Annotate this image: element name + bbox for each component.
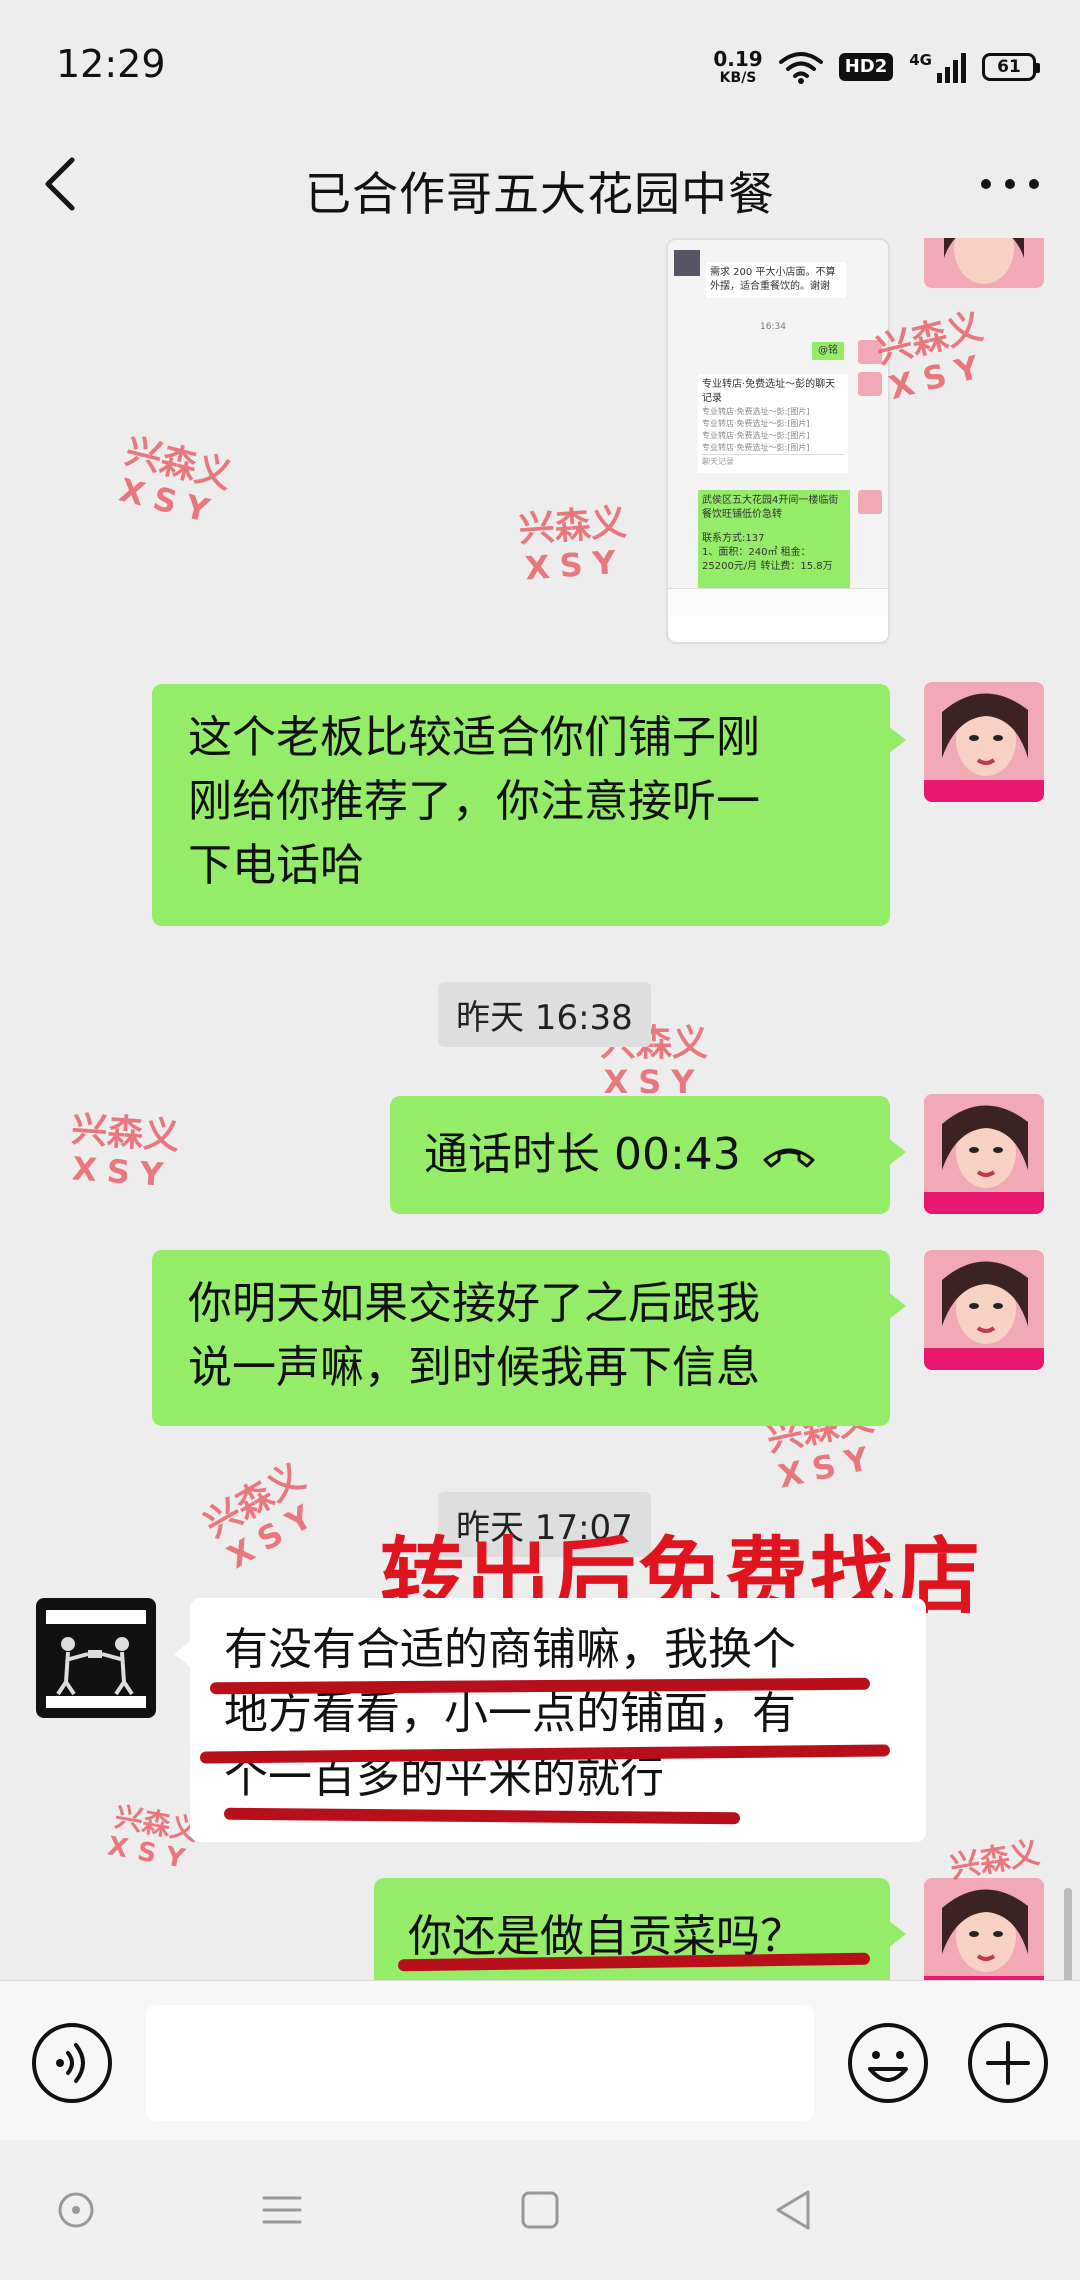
chat-area[interactable]: 需求 200 平大小店面。不算外摆，适合重餐饮的。谢谢 16:34 @铭 专业转… — [0, 238, 1080, 1980]
message-bubble-sent[interactable]: 你明天如果交接好了之后跟我 说一声嘛，到时候我再下信息 — [152, 1250, 906, 1426]
home-square-icon — [521, 2191, 559, 2229]
user-avatar-photo — [924, 682, 1044, 802]
user-avatar-photo — [924, 238, 1044, 288]
avatar[interactable] — [924, 1094, 1044, 1214]
status-time: 12:29 — [56, 42, 166, 86]
screenshot-line: 专业转店·免费选址～彭的聊天记录 — [702, 379, 836, 404]
message-text-input[interactable] — [146, 2005, 814, 2121]
watermark: 兴森义 XSY — [872, 306, 993, 408]
avatar[interactable] — [924, 1878, 1044, 1980]
message-input-bar — [0, 1980, 1080, 2140]
screenshot-line: 聊天记录 — [702, 454, 844, 469]
screenshot-line: 联系方式:137 — [702, 533, 765, 544]
status-indicators: 0.19 KB/S HD2 4G 61 — [713, 44, 1040, 90]
timestamp: 昨天 16:38 — [438, 982, 651, 1047]
chat-header: 已合作哥五大花园中餐 — [0, 130, 1080, 238]
watermark: 兴森义 XSY — [105, 1800, 201, 1877]
watermark: 兴森义 XSY — [115, 431, 236, 533]
nav-assistant-button[interactable] — [46, 2180, 106, 2240]
user-avatar-photo — [924, 1250, 1044, 1370]
screenshot-line: 武侯区五大花园4开间一楼临街餐饮旺铺低价急转 — [702, 495, 839, 520]
user-avatar-photo — [924, 1878, 1044, 1980]
voice-input-button[interactable] — [30, 2021, 114, 2105]
screenshot-line: 专业转店·免费选址～彭:[图片] — [702, 407, 810, 416]
system-nav-bar — [0, 2140, 1080, 2280]
cell-signal-icon: 4G — [909, 51, 966, 83]
network-speed: 0.19 KB/S — [713, 47, 763, 86]
menu-icon — [262, 2196, 302, 2224]
message-bubble-received[interactable]: 有没有合适的商铺嘛，我换个 地方看看，小一点的铺面，有 个一百多的平米的就行 — [174, 1598, 926, 1842]
avatar[interactable] — [924, 682, 1044, 802]
message-line: 下电话哈 — [188, 840, 364, 891]
watermark: 兴森义 XSY — [69, 1109, 181, 1195]
screenshot-line: 专业转店·免费选址～彭:[图片] — [702, 419, 810, 428]
nav-menu-button[interactable] — [252, 2180, 312, 2240]
contact-avatar-image — [36, 1598, 156, 1718]
user-avatar-photo — [924, 1094, 1044, 1214]
phone-hangup-icon — [763, 1148, 815, 1168]
scroll-indicator[interactable] — [1064, 1888, 1072, 1980]
nav-back-button[interactable] — [764, 2180, 824, 2240]
message-line: 这个老板比较适合你们铺子刚 — [188, 712, 760, 763]
message-line: 你明天如果交接好了之后跟我 — [188, 1278, 760, 1329]
screenshot-line: 专业转店·免费选址～彭:[图片] — [702, 443, 810, 452]
avatar[interactable] — [924, 238, 1044, 288]
contact-avatar[interactable] — [36, 1598, 156, 1718]
screenshot-line: 需求 200 平大小店面。不算外摆，适合重餐饮的。谢谢 — [706, 262, 846, 298]
wifi-icon — [778, 52, 823, 84]
call-record-bubble[interactable]: 通话时长 00:43 — [390, 1096, 906, 1214]
shared-screenshot-image[interactable]: 需求 200 平大小店面。不算外摆，适合重餐饮的。谢谢 16:34 @铭 专业转… — [666, 238, 890, 644]
call-duration-text: 通话时长 00:43 — [424, 1129, 741, 1180]
more-dots-icon — [981, 179, 1039, 189]
screenshot-line: 25200元/月 转让费：15.8万 — [702, 561, 833, 572]
watermark: 兴森义 XSY — [517, 502, 629, 588]
more-options-button[interactable] — [970, 152, 1050, 216]
status-bar: 12:29 0.19 KB/S HD2 4G 61 — [0, 0, 1080, 130]
message-bubble-sent[interactable]: 这个老板比较适合你们铺子刚 刚给你推荐了，你注意接听一 下电话哈 — [152, 684, 906, 926]
chat-title: 已合作哥五大花园中餐 — [305, 167, 775, 221]
emoji-icon — [848, 2023, 928, 2103]
message-line: 刚给你推荐了，你注意接听一 — [188, 776, 760, 827]
plus-icon — [968, 2023, 1048, 2103]
emoji-button[interactable] — [846, 2021, 930, 2105]
back-triangle-icon — [776, 2190, 810, 2230]
target-icon — [58, 2192, 94, 2228]
voice-icon — [32, 2023, 112, 2103]
screenshot-line: 1、面积：240㎡ 租金： — [702, 547, 811, 558]
more-functions-button[interactable] — [966, 2021, 1050, 2105]
screenshot-line: 16:34 — [760, 322, 786, 332]
screenshot-line: @铭 — [812, 342, 844, 360]
screenshot-line: 专业转店·免费选址～彭:[图片] — [702, 431, 810, 440]
battery-icon: 61 — [982, 53, 1040, 81]
hd-badge: HD2 — [838, 53, 894, 81]
watermark: 兴森义 XSY — [197, 1456, 328, 1577]
message-line: 说一声嘛，到时候我再下信息 — [188, 1342, 760, 1393]
message-line: 有没有合适的商铺嘛，我换个 — [224, 1624, 796, 1675]
avatar[interactable] — [924, 1250, 1044, 1370]
nav-home-button[interactable] — [510, 2180, 570, 2240]
